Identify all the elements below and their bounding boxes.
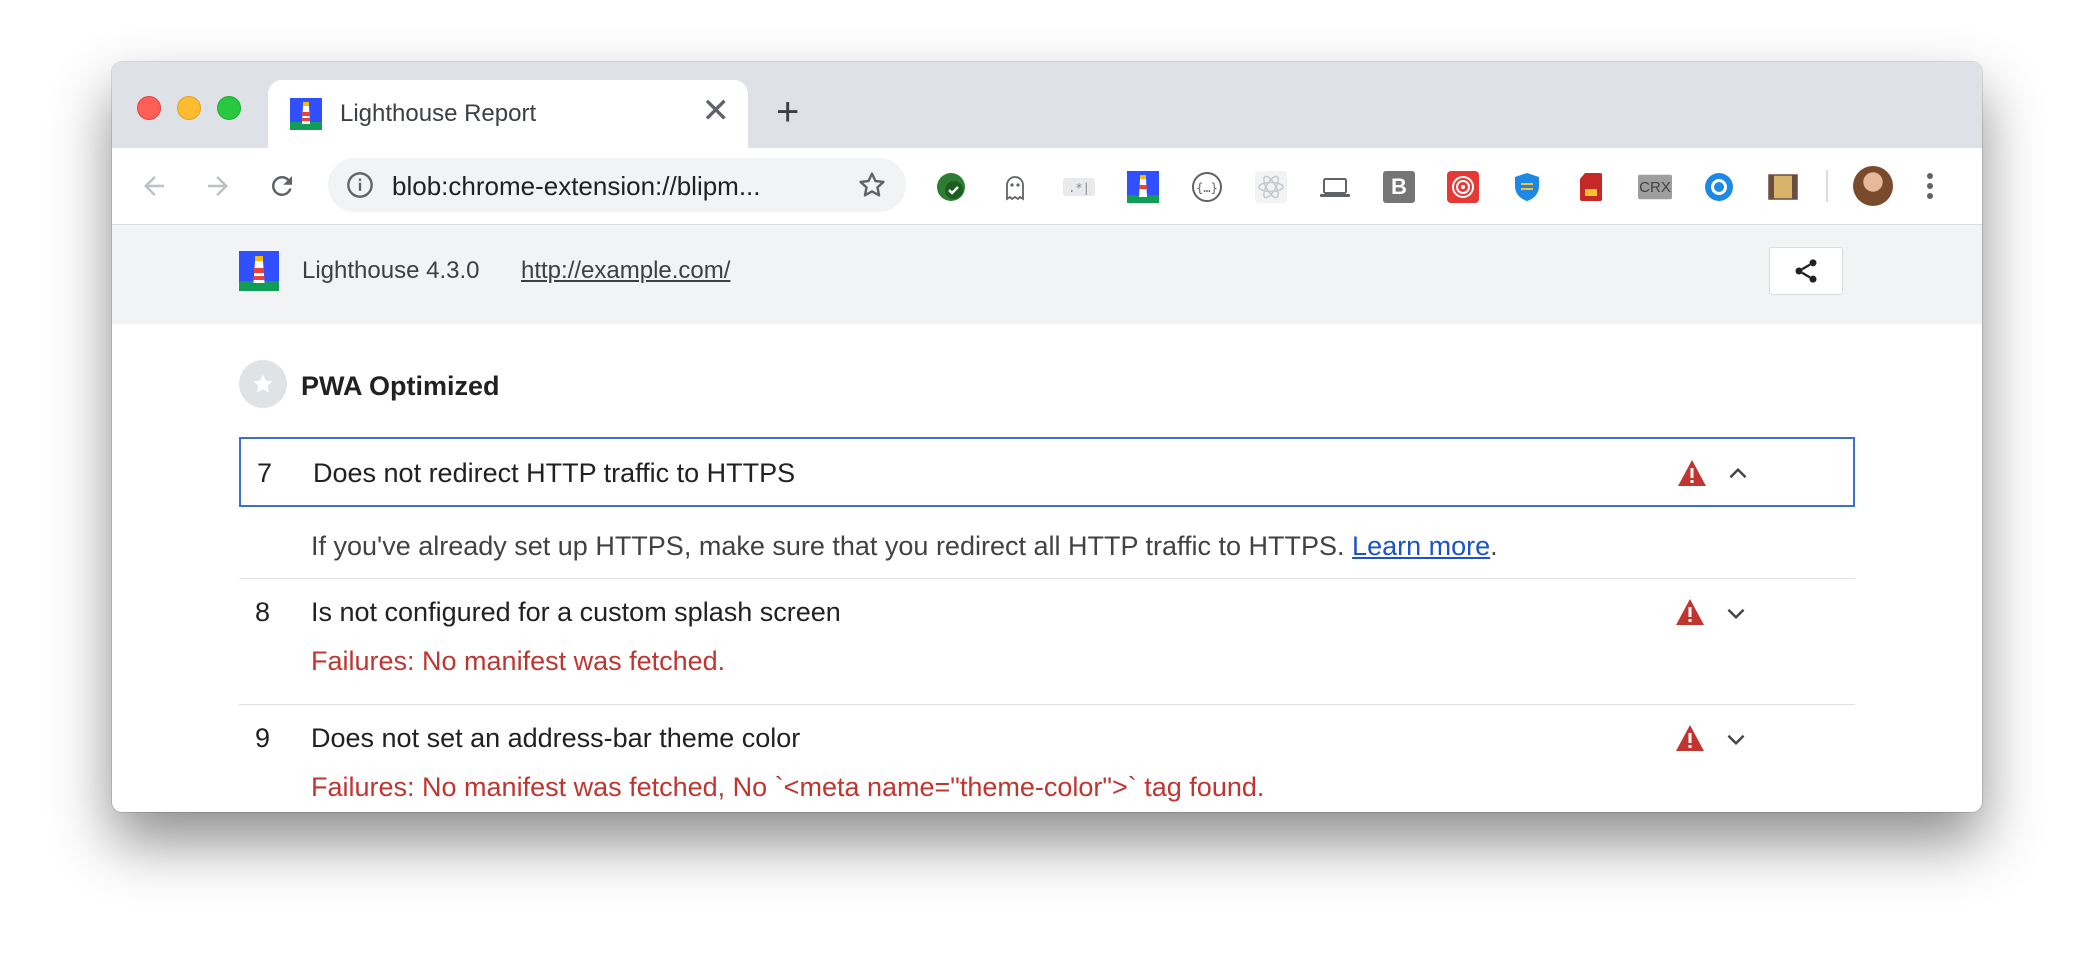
audit-description-text: If you've already set up HTTPS, make sur… (311, 531, 1353, 561)
group-title: PWA Optimized (301, 371, 500, 401)
window-minimize-button[interactable] (177, 96, 201, 120)
audit-summary[interactable]: 7 Does not redirect HTTP traffic to HTTP… (239, 437, 1855, 507)
tab-close-icon[interactable]: ✕ (702, 94, 731, 128)
tab-lighthouse-report[interactable]: Lighthouse Report ✕ (268, 80, 748, 148)
reload-icon (271, 175, 292, 196)
audit-title: Is not configured for a custom splash sc… (311, 597, 841, 627)
forward-button[interactable] (198, 166, 238, 206)
info-icon[interactable] (346, 171, 374, 199)
toolbar-separator (1826, 170, 1828, 202)
bookmark-star-icon[interactable] (856, 169, 888, 201)
audit-failure-text: Failures: No manifest was fetched. (311, 646, 726, 676)
shield-blue-icon[interactable] (1510, 170, 1544, 204)
audit-number: 9 (255, 723, 271, 753)
report-url-link[interactable]: http://example.com/ (521, 257, 730, 285)
url-text[interactable]: blob:chrome-extension://blipm... (392, 171, 761, 202)
audit-failure-text: Failures: No manifest was fetched, No `<… (311, 772, 1265, 802)
warning-icon (1676, 599, 1704, 625)
window-close-button[interactable] (137, 96, 161, 120)
window-maximize-button[interactable] (217, 96, 241, 120)
browser-window: Lighthouse Report ✕ + blob:chrome-extens… (112, 62, 1982, 812)
star-badge-icon (239, 360, 287, 408)
share-button[interactable] (1769, 247, 1843, 295)
json-icon[interactable]: {…} (1190, 170, 1224, 204)
globe-icon[interactable] (1702, 170, 1736, 204)
warning-icon (1676, 725, 1704, 751)
tab-strip: Lighthouse Report ✕ + (112, 62, 1982, 148)
laptop-icon[interactable] (1318, 170, 1352, 204)
profile-avatar[interactable] (1853, 166, 1893, 206)
address-bar[interactable]: blob:chrome-extension://blipm... (328, 158, 906, 212)
audit-description-period: . (1490, 531, 1498, 561)
tab-title: Lighthouse Report (340, 100, 537, 127)
react-icon[interactable] (1254, 170, 1288, 204)
lighthouse-version: Lighthouse 4.3.0 (302, 257, 480, 284)
target-icon[interactable] (1446, 170, 1480, 204)
audit-number: 7 (257, 458, 273, 488)
audit-title: Does not redirect HTTP traffic to HTTPS (313, 458, 796, 488)
lighthouse-icon[interactable] (1126, 170, 1160, 204)
reload-button[interactable] (262, 166, 302, 206)
audit-item: 8 Is not configured for a custom splash … (239, 578, 1855, 676)
browser-toolbar: blob:chrome-extension://blipm... .*| {…} (112, 148, 1982, 225)
new-tab-button[interactable]: + (776, 92, 799, 132)
learn-more-link[interactable]: Learn more (1352, 531, 1490, 561)
audit-item: 9 Does not set an address-bar theme colo… (239, 704, 1855, 802)
lighthouse-favicon-icon (290, 98, 322, 130)
audit-item: 7 Does not redirect HTTP traffic to HTTP… (239, 437, 1855, 561)
chevron-down-icon[interactable] (1723, 726, 1749, 752)
report-topbar: Lighthouse 4.3.0 http://example.com/ (112, 225, 1982, 324)
ghost-icon[interactable] (998, 170, 1032, 204)
svg-text:.*|: .*| (1068, 181, 1090, 195)
more-vert-icon[interactable] (1918, 166, 1942, 206)
arrow-right-icon (208, 176, 228, 196)
chevron-down-icon[interactable] (1723, 600, 1749, 626)
crx-icon-label: CRX (1639, 178, 1671, 196)
arrow-left-icon (144, 176, 164, 196)
regex-icon[interactable]: .*| (1062, 170, 1096, 204)
audit-title: Does not set an address-bar theme color (311, 723, 801, 753)
audit-summary[interactable]: 9 Does not set an address-bar theme colo… (239, 704, 1855, 774)
b-icon[interactable]: B (1382, 170, 1416, 204)
share-icon (1795, 259, 1817, 283)
warning-icon (1678, 460, 1706, 486)
chevron-up-icon[interactable] (1725, 461, 1751, 487)
back-button[interactable] (134, 166, 174, 206)
audit-summary[interactable]: 8 Is not configured for a custom splash … (239, 578, 1855, 648)
film-icon[interactable] (1766, 170, 1800, 204)
lighthouse-logo-icon (239, 251, 279, 291)
audit-description: If you've already set up HTTPS, make sur… (311, 531, 1498, 562)
sd-card-icon[interactable] (1574, 170, 1608, 204)
shield-check-icon[interactable] (934, 170, 968, 204)
crx-icon[interactable]: CRX (1638, 170, 1672, 204)
svg-text:{…}: {…} (1196, 181, 1218, 195)
b-icon-label: B (1391, 174, 1407, 199)
audit-number: 8 (255, 597, 271, 627)
